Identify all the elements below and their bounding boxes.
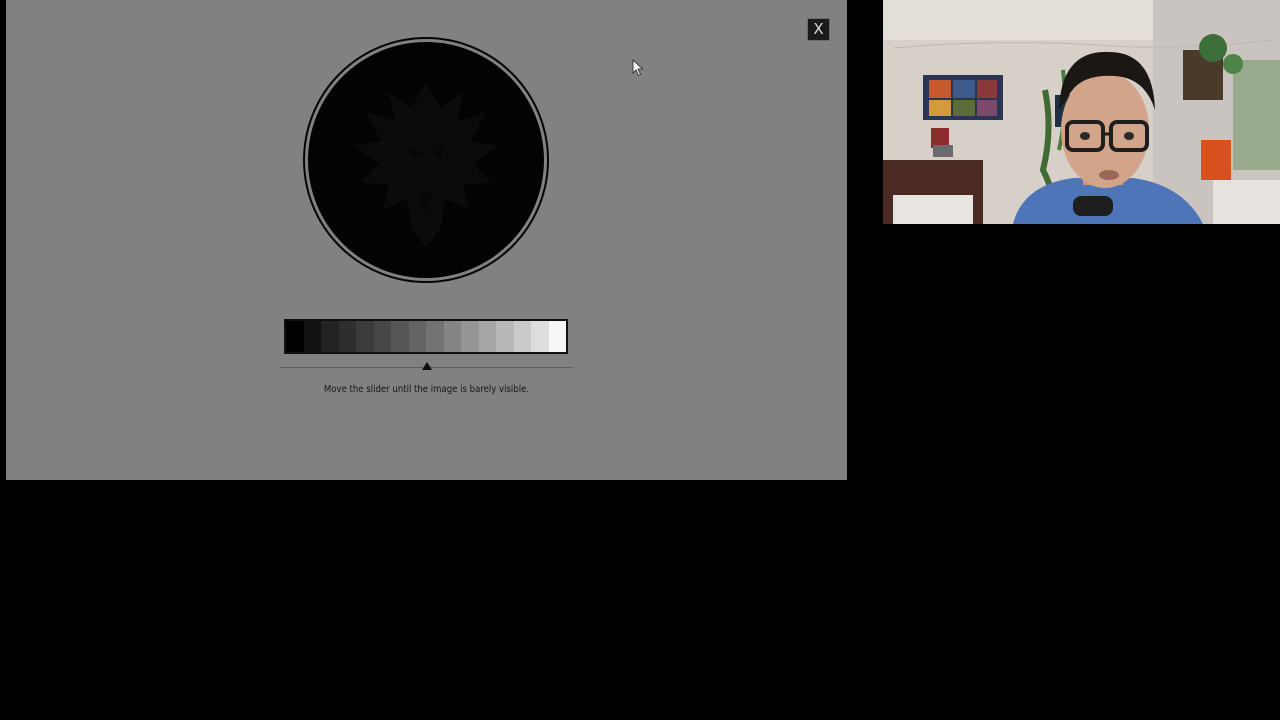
gray-swatch xyxy=(303,321,321,352)
gray-swatch xyxy=(373,321,391,352)
brightness-calibration-screen: X Move the slider until the image is bar… xyxy=(6,0,847,480)
mouse-cursor-icon xyxy=(632,59,644,77)
wolf-head-icon xyxy=(354,83,498,247)
webcam-overlay xyxy=(883,0,1280,224)
gray-swatch xyxy=(356,321,374,352)
screen: X Move the slider until the image is bar… xyxy=(0,0,1280,720)
gray-swatch xyxy=(496,321,514,352)
gray-swatch xyxy=(338,321,356,352)
gray-swatch xyxy=(478,321,496,352)
gray-swatch xyxy=(408,321,426,352)
wolf-emblem-image xyxy=(308,42,544,278)
gray-swatch xyxy=(531,321,549,352)
gray-swatch xyxy=(443,321,461,352)
brightness-slider-handle[interactable] xyxy=(421,362,432,370)
gray-swatch xyxy=(391,321,409,352)
gray-swatch xyxy=(548,321,566,352)
gray-swatch xyxy=(426,321,444,352)
gray-scale-bar xyxy=(284,319,568,354)
webcam-feed-image xyxy=(883,0,1280,224)
gray-swatch xyxy=(461,321,479,352)
calibration-emblem-frame xyxy=(303,37,549,283)
gray-swatch xyxy=(513,321,531,352)
close-button[interactable]: X xyxy=(807,18,830,41)
calibration-instruction: Move the slider until the image is barel… xyxy=(323,384,530,395)
gray-swatch xyxy=(286,321,304,352)
gray-swatch xyxy=(321,321,339,352)
